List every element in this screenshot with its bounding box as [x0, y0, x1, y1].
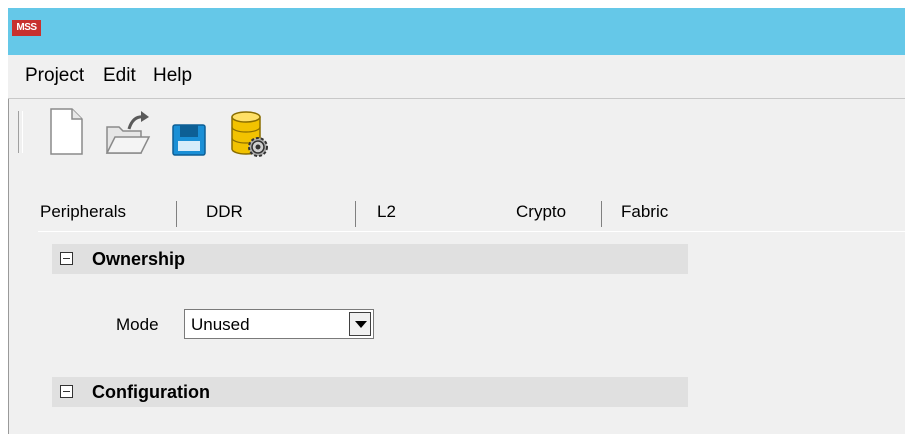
new-file-icon	[50, 108, 83, 155]
database-settings-button[interactable]	[226, 107, 270, 157]
tab-separator	[601, 201, 602, 227]
crypto-panel: Ownership Mode Unused Configuration	[38, 231, 905, 434]
menu-project[interactable]: Project	[25, 65, 84, 87]
dropdown-arrow-icon[interactable]	[349, 312, 371, 336]
menu-edit[interactable]: Edit	[103, 65, 136, 87]
tab-ddr-memory[interactable]: DDR Memory	[206, 193, 267, 259]
menu-help[interactable]: Help	[153, 65, 192, 87]
app-icon: MSS	[12, 20, 41, 36]
toolbar	[8, 99, 905, 165]
tab-separator	[355, 201, 356, 227]
collapse-icon[interactable]	[60, 252, 73, 265]
ownership-title: Ownership	[92, 249, 186, 269]
mode-select-value: Unused	[191, 315, 250, 334]
tab-peripherals[interactable]: Peripherals	[40, 193, 126, 231]
ownership-section-header[interactable]: Ownership	[52, 244, 688, 274]
configuration-title: Configuration	[92, 382, 210, 402]
toolbar-grip[interactable]	[18, 111, 23, 153]
database-settings-icon	[231, 111, 268, 157]
menu-bar: Project Edit Help	[8, 55, 905, 99]
configuration-section-header[interactable]: Configuration	[52, 377, 688, 407]
application-window: MSS Project Edit Help Peripherals DDR L2…	[8, 8, 905, 434]
tab-crypto[interactable]: Crypto	[516, 193, 567, 231]
open-folder-icon	[105, 111, 151, 154]
tab-separator	[176, 201, 177, 227]
save-button[interactable]	[168, 107, 212, 157]
left-edge-separator	[8, 99, 11, 434]
save-floppy-icon	[172, 124, 206, 156]
tab-l2-cache[interactable]: L2 Cache	[377, 193, 426, 259]
tab-fabric-interface-controllers[interactable]: Fabric Interface Controllers	[621, 193, 703, 297]
title-bar[interactable]: MSS	[8, 8, 905, 55]
new-file-button[interactable]	[46, 107, 90, 157]
collapse-icon[interactable]	[60, 385, 73, 398]
mode-label: Mode	[116, 315, 159, 334]
mode-select[interactable]: Unused	[184, 309, 374, 339]
open-file-button[interactable]	[103, 107, 151, 157]
